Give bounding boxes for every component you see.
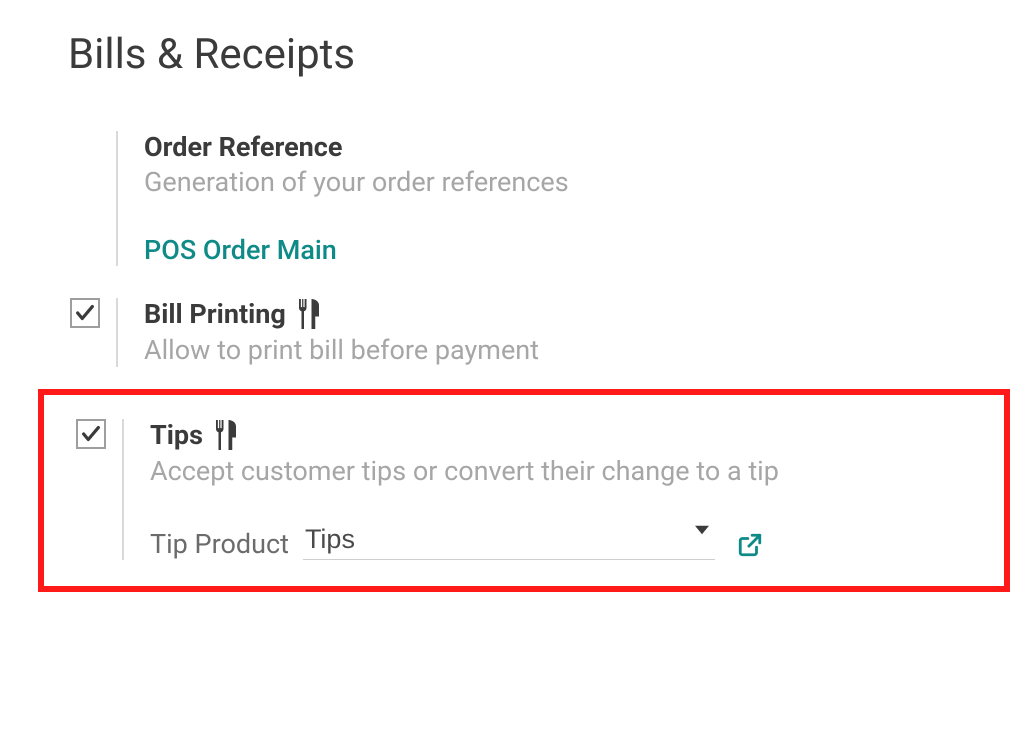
- setting-content: Bill Printing Allow to print bill before…: [144, 298, 1022, 367]
- check-icon: [80, 423, 102, 445]
- setting-order-reference: Order Reference Generation of your order…: [68, 121, 1022, 288]
- setting-title-text: Order Reference: [144, 131, 342, 163]
- setting-bill-printing: Bill Printing Allow to print bill before…: [68, 288, 1022, 389]
- caret-down-icon: [695, 522, 709, 541]
- setting-title: Bill Printing: [144, 298, 1002, 330]
- pos-order-main-link[interactable]: POS Order Main: [144, 234, 337, 266]
- tips-checkbox[interactable]: [76, 419, 106, 449]
- utensils-icon: [213, 420, 239, 450]
- tip-product-select-wrap: [303, 524, 715, 560]
- setting-description: Generation of your order references: [144, 166, 1002, 200]
- external-link-icon: [737, 532, 763, 558]
- divider: [116, 298, 118, 367]
- check-icon: [74, 302, 96, 324]
- setting-description: Accept customer tips or convert their ch…: [150, 455, 974, 489]
- settings-list: Order Reference Generation of your order…: [68, 121, 1022, 592]
- tip-product-field: Tip Product: [150, 524, 974, 560]
- divider: [122, 419, 124, 560]
- tips-highlight-box: Tips Accept customer tips or convert the…: [38, 389, 1010, 592]
- section-heading: Bills & Receipts: [68, 30, 1022, 79]
- setting-tips: Tips Accept customer tips or convert the…: [44, 409, 994, 560]
- setting-description: Allow to print bill before payment: [144, 334, 1002, 368]
- utensils-icon: [296, 299, 322, 329]
- setting-title: Order Reference: [144, 131, 1002, 163]
- divider: [116, 131, 118, 266]
- bill-printing-checkbox[interactable]: [70, 298, 100, 328]
- tip-product-label: Tip Product: [150, 528, 289, 560]
- setting-title: Tips: [150, 419, 974, 451]
- tip-product-select[interactable]: [303, 524, 715, 560]
- setting-content: Tips Accept customer tips or convert the…: [150, 419, 994, 560]
- setting-title-text: Bill Printing: [144, 298, 286, 330]
- setting-title-text: Tips: [150, 419, 203, 451]
- tip-product-external-link[interactable]: [737, 532, 763, 560]
- setting-content: Order Reference Generation of your order…: [144, 131, 1022, 266]
